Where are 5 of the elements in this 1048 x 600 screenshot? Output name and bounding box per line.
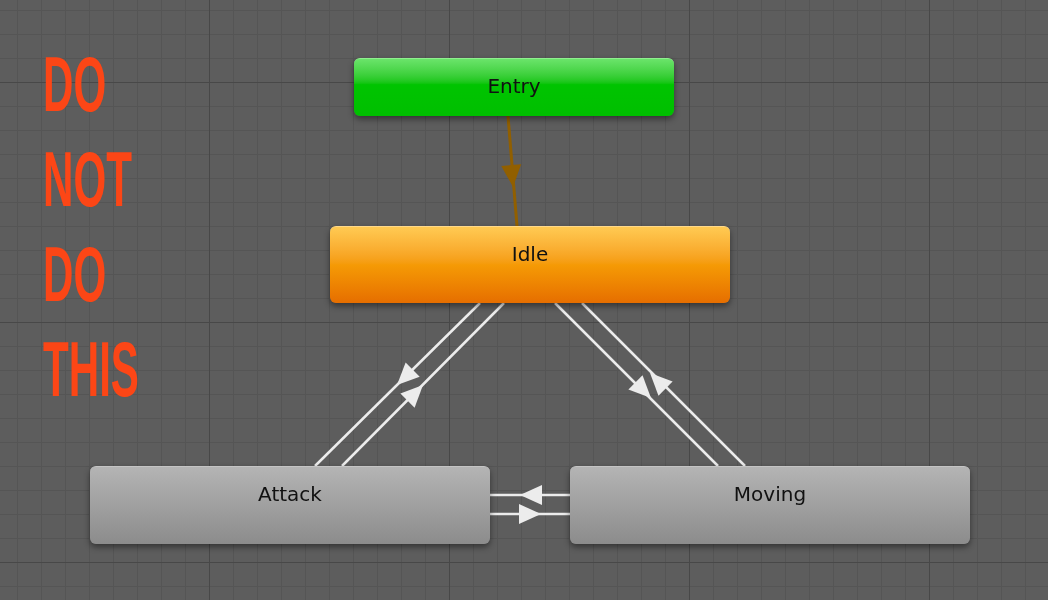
state-node[interactable]: Attack bbox=[90, 466, 490, 544]
state-node[interactable]: Entry bbox=[354, 58, 674, 116]
warning-annotation: DO NOT DO THIS bbox=[43, 39, 139, 415]
state-node[interactable]: Idle bbox=[330, 226, 730, 303]
state-node[interactable]: Moving bbox=[570, 466, 970, 544]
